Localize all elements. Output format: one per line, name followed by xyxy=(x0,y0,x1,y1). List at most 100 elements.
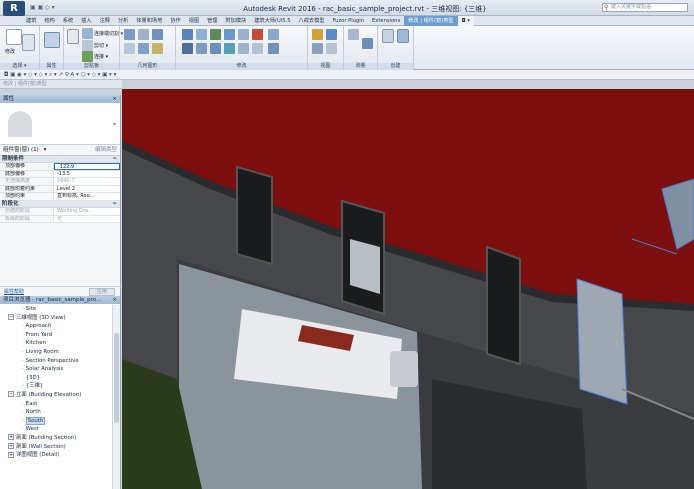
3d-model-icon[interactable] xyxy=(122,89,694,489)
tree-item[interactable]: - North xyxy=(0,408,112,417)
tab-extensions[interactable]: Extensions xyxy=(368,16,404,26)
cope-icon[interactable] xyxy=(124,29,135,40)
tab-architecture[interactable]: 建筑 xyxy=(22,16,40,26)
paint-icon[interactable] xyxy=(152,43,163,54)
match-properties-icon[interactable] xyxy=(82,51,93,62)
tree-item[interactable]: - Living Room xyxy=(0,348,112,357)
join-geometry-icon[interactable] xyxy=(152,29,163,40)
property-row[interactable]: 顶部偏移 -122.9 xyxy=(0,163,120,171)
apply-button[interactable]: 应用 xyxy=(89,288,115,296)
dimension-icon[interactable] xyxy=(362,38,373,49)
tab-analyze[interactable]: 分析 xyxy=(114,16,132,26)
property-value-input[interactable]: 直到标高: Roo... xyxy=(54,193,120,200)
tab-addins[interactable]: 附加模块 xyxy=(221,16,250,26)
tab-ribbon-toggle[interactable]: ◘ ▾ xyxy=(457,16,474,26)
section-phasing[interactable]: 阶段化 ≈ xyxy=(0,200,120,208)
dropdown-icon[interactable]: ▾ xyxy=(44,147,47,153)
quick-tools-bar[interactable]: ◘ ▣ ◉ ▾ ◇ ▾ ◇ ▾ ⌕ ▾ ↗ ⚲ A ▾ ⬡ ▾ ◇ ▾ ▣ ▾ … xyxy=(0,70,694,80)
property-value-input[interactable]: -122.9 xyxy=(54,163,120,170)
tree-item[interactable]: + 详图视图 (Detail) xyxy=(0,451,112,460)
view-filter-icon[interactable] xyxy=(326,43,337,54)
override-icon[interactable] xyxy=(326,29,337,40)
tab-structure[interactable]: 结构 xyxy=(40,16,58,26)
cut-label[interactable]: 剪切 ▾ xyxy=(94,42,108,49)
expand-icon[interactable]: + xyxy=(8,443,14,449)
tree-item[interactable]: - Solar Analysis xyxy=(0,365,112,374)
wall-joins-icon[interactable] xyxy=(124,43,135,54)
properties-icon[interactable] xyxy=(22,34,35,51)
unpin-icon[interactable] xyxy=(268,43,279,54)
cut-icon[interactable] xyxy=(82,28,93,39)
tree-item[interactable]: - West xyxy=(0,425,112,434)
split-face-icon[interactable] xyxy=(138,43,149,54)
property-row[interactable]: 底部附着约束 Level 2 xyxy=(0,185,120,194)
tab-massing-site[interactable]: 体量和场地 xyxy=(132,16,166,26)
3d-viewport[interactable] xyxy=(122,89,694,489)
collapse-icon[interactable]: − xyxy=(8,314,14,321)
align-icon[interactable] xyxy=(182,29,193,40)
property-value[interactable]: Working Dra... xyxy=(54,207,120,215)
cut-join-label[interactable]: 连接端切割 ▾ xyxy=(94,30,123,37)
tree-item[interactable]: - South xyxy=(0,416,112,426)
expand-icon[interactable]: + xyxy=(8,434,14,441)
revit-logo-icon[interactable]: R xyxy=(3,1,25,16)
property-row[interactable]: 底部偏移 -13.5 xyxy=(0,170,120,179)
property-row[interactable]: 拆除的阶段无 xyxy=(0,215,120,224)
expand-icon[interactable]: + xyxy=(8,451,14,458)
collapse-icon[interactable]: ≈ xyxy=(112,156,117,163)
property-value-input[interactable]: -13.5 xyxy=(54,170,120,178)
hide-icon[interactable] xyxy=(312,29,323,40)
tree-item[interactable]: + 剖面 (Building Section) xyxy=(0,434,112,443)
tree-item[interactable]: + 剖面 (Wall Section) xyxy=(0,443,112,452)
tree-item[interactable]: - East xyxy=(0,400,112,409)
tab-bajie-model[interactable]: 八戒去模型 xyxy=(295,16,329,26)
tree-item[interactable]: − 立面 (Building Elevation) xyxy=(0,391,112,400)
property-value[interactable]: 无 xyxy=(54,215,120,223)
search-input[interactable]: ⚲ 键入关键字或短语 xyxy=(602,3,688,12)
create-group-icon[interactable] xyxy=(397,29,409,43)
linework-icon[interactable] xyxy=(312,43,323,54)
property-value-input[interactable]: Level 2 xyxy=(54,185,120,193)
tab-fuzor[interactable]: Fuzor Plugin xyxy=(328,16,368,26)
property-row[interactable]: 顶部约束 直到标高: Roo... xyxy=(0,193,120,201)
close-icon[interactable]: × xyxy=(112,296,117,304)
rotate-icon[interactable] xyxy=(210,43,221,54)
mirror-axis-icon[interactable] xyxy=(210,29,221,40)
tree-item[interactable]: - Kitchen xyxy=(0,339,112,348)
tree-item[interactable]: - {3D} xyxy=(0,374,112,383)
collapse-icon[interactable]: − xyxy=(8,391,14,398)
tree-item[interactable]: - From Yard xyxy=(0,331,112,340)
trim-icon[interactable] xyxy=(224,43,235,54)
property-row[interactable]: 创建的阶段 Working Dra... xyxy=(0,207,120,216)
tab-view[interactable]: 视图 xyxy=(185,16,203,26)
quick-access-toolbar[interactable]: ▣ ▣ ◇ ▾ xyxy=(30,4,55,11)
panel-label-select[interactable]: 选择 ▾ xyxy=(0,63,39,70)
edit-type-button[interactable]: 编辑类型 xyxy=(95,145,117,156)
create-parts-icon[interactable] xyxy=(382,29,394,43)
array-icon[interactable] xyxy=(238,43,249,54)
move-icon[interactable] xyxy=(182,43,193,54)
tab-collaborate[interactable]: 协作 xyxy=(166,16,184,26)
measure-icon[interactable] xyxy=(348,29,359,40)
copy-element-icon[interactable] xyxy=(196,43,207,54)
tab-manage[interactable]: 管理 xyxy=(203,16,221,26)
type-selector[interactable]: 组件窗(窗) (1) ▾ 编辑类型 xyxy=(0,145,120,156)
tree-item[interactable]: − 三维视图 (3D View) xyxy=(0,314,112,323)
selected-window[interactable] xyxy=(576,278,628,405)
tree-item[interactable]: - {三维} xyxy=(0,382,112,391)
split-icon[interactable] xyxy=(238,29,249,40)
tree-item[interactable]: - Site xyxy=(0,305,112,314)
chevron-down-icon[interactable]: ▾ xyxy=(113,121,116,128)
section-constraints[interactable]: 限制条件 ≈ xyxy=(0,156,120,163)
scrollbar-thumb[interactable] xyxy=(114,333,119,423)
offset-icon[interactable] xyxy=(196,29,207,40)
close-icon[interactable]: × xyxy=(112,95,117,103)
tab-architect-master[interactable]: 建筑大师(Ui5.5 xyxy=(250,16,294,26)
join-label[interactable]: 连接 ▾ xyxy=(94,53,108,60)
modify-arrow-icon[interactable] xyxy=(6,29,22,45)
tab-annotate[interactable]: 注释 xyxy=(96,16,114,26)
browser-scrollbar[interactable] xyxy=(112,305,120,489)
tree-item[interactable]: - Section Perspective xyxy=(0,357,112,366)
paste-icon[interactable] xyxy=(67,29,79,44)
tree-item[interactable]: - Approach xyxy=(0,322,112,331)
